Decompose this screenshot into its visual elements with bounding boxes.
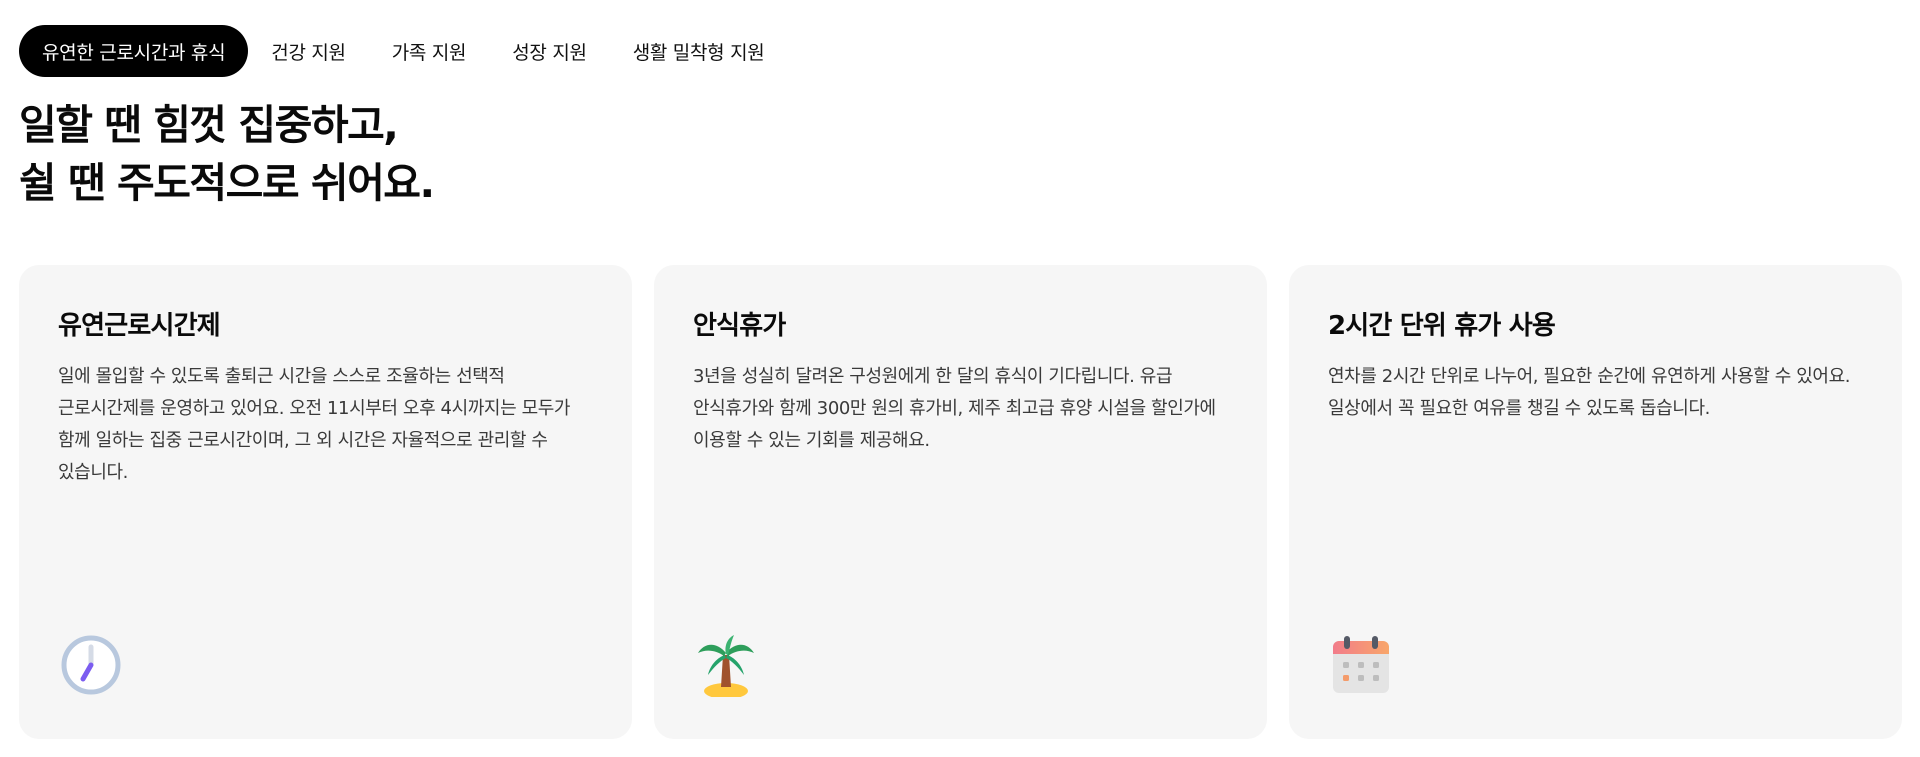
card-description: 3년을 성실히 달려온 구성원에게 한 달의 휴식이 기다립니다. 유급 안식휴…	[693, 366, 1216, 451]
tab-flexible-hours[interactable]: 유연한 근로시간과 휴식	[19, 25, 249, 77]
tab-life-support[interactable]: 생활 밀착형 지원	[610, 25, 788, 77]
headline-line-2: 쉴 땐 주도적으로 쉬어요.	[19, 159, 435, 207]
card-title: 안식휴가	[693, 311, 786, 341]
card-description: 일에 몰입할 수 있도록 출퇴근 시간을 스스로 조율하는 선택적 근로시간제를…	[58, 366, 571, 483]
card-title: 유연근로시간제	[58, 311, 221, 341]
calendar-icon	[1333, 636, 1389, 693]
card-description: 연차를 2시간 단위로 나누어, 필요한 순간에 유연하게 사용할 수 있어요.…	[1328, 366, 1851, 419]
tab-growth-support[interactable]: 성장 지원	[489, 25, 609, 77]
card-title: 2시간 단위 휴가 사용	[1328, 311, 1556, 341]
tab-family-support[interactable]: 가족 지원	[369, 25, 489, 77]
clock-icon	[61, 635, 121, 695]
benefit-card-two-hour-leave: 2시간 단위 휴가 사용 연차를 2시간 단위로 나누어, 필요한 순간에 유연…	[1289, 265, 1902, 739]
category-tabs: 유연한 근로시간과 휴식 건강 지원 가족 지원 성장 지원 생활 밀착형 지원	[19, 25, 787, 77]
benefit-card-sabbatical: 안식휴가 3년을 성실히 달려온 구성원에게 한 달의 휴식이 기다립니다. 유…	[654, 265, 1267, 739]
headline-line-1: 일할 땐 힘껏 집중하고,	[19, 101, 399, 149]
palm-tree-icon	[698, 635, 754, 697]
tab-health-support[interactable]: 건강 지원	[248, 25, 368, 77]
benefit-cards: 유연근로시간제 일에 몰입할 수 있도록 출퇴근 시간을 스스로 조율하는 선택…	[19, 265, 1902, 739]
page-headline: 일할 땐 힘껏 집중하고, 쉴 땐 주도적으로 쉬어요.	[19, 96, 435, 212]
benefit-card-flexible-hours: 유연근로시간제 일에 몰입할 수 있도록 출퇴근 시간을 스스로 조율하는 선택…	[19, 265, 632, 739]
